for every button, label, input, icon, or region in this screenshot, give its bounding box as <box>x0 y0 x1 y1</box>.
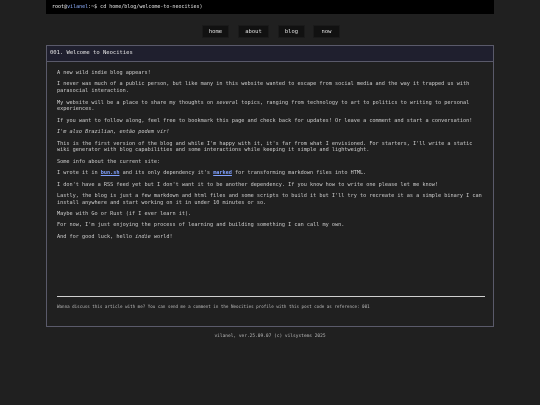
main-nav: home about blog now <box>0 25 540 39</box>
paragraph: A new wild indie blog appears! <box>57 70 151 76</box>
divider <box>57 296 485 297</box>
paragraph: Some info about the current site: <box>57 158 161 165</box>
site-footer: vilanel, ver.25.09.07 (c) vilsystems 202… <box>214 334 326 339</box>
prompt-host: vilanel <box>67 4 89 10</box>
paragraph: I'm also Brazilian, então podem vir! <box>57 129 485 136</box>
paragraph-text: I wrote it in <box>57 170 101 177</box>
prompt-command: :~$ cd home/blog/welcome-to-neocities) <box>88 4 203 10</box>
paragraph: My website will be a place to share my t… <box>57 100 485 114</box>
paragraph: And for good luck, hello indie world! <box>57 234 485 241</box>
nav-now-button[interactable]: now <box>313 25 340 38</box>
post-body: A new wild indie blog appears! I never w… <box>57 70 485 245</box>
emphasis-text: several <box>216 99 239 106</box>
paragraph-text: My website will be a place to share my t… <box>57 99 217 106</box>
marked-link[interactable]: marked <box>213 170 232 176</box>
paragraph: I wrote it in bun.sh and its only depend… <box>57 170 485 177</box>
paragraph-text: and its only dependency it's <box>119 170 214 177</box>
terminal-prompt: root@vilanel:~$ cd home/blog/welcome-to-… <box>46 0 494 14</box>
nav-blog-button[interactable]: blog <box>278 25 305 38</box>
paragraph: For now, I'm just enjoying the process o… <box>57 222 345 229</box>
post-title: 001. Welcome to Neocities <box>47 46 493 62</box>
nav-about-button[interactable]: about <box>238 25 269 38</box>
emphasis-text: indie <box>135 233 151 240</box>
blog-post: 001. Welcome to Neocities A new wild ind… <box>46 45 494 327</box>
bun-link[interactable]: bun.sh <box>101 170 120 176</box>
paragraph: Lastly, the blog is just a few markdown … <box>57 192 482 206</box>
emphasis-text: I'm also Brazilian, então podem vir! <box>57 129 170 136</box>
post-footnote: Wanna discuss this article with me? You … <box>57 304 370 309</box>
paragraph: This is the first version of the blog an… <box>57 140 473 154</box>
nav-home-button[interactable]: home <box>202 25 229 38</box>
paragraph: Maybe with Go or Rust (if I ever learn i… <box>57 211 192 218</box>
paragraph-text: world! <box>150 233 173 240</box>
prompt-user: root <box>52 4 65 10</box>
paragraph: I never was much of a public person, but… <box>57 81 470 95</box>
paragraph-text: for transforming markdown files into HTM… <box>231 170 367 177</box>
paragraph-text: And for good luck, hello <box>57 233 136 240</box>
paragraph: If you want to follow along, feel free t… <box>57 117 473 124</box>
paragraph: I don't have a RSS feed yet but I don't … <box>57 181 439 188</box>
